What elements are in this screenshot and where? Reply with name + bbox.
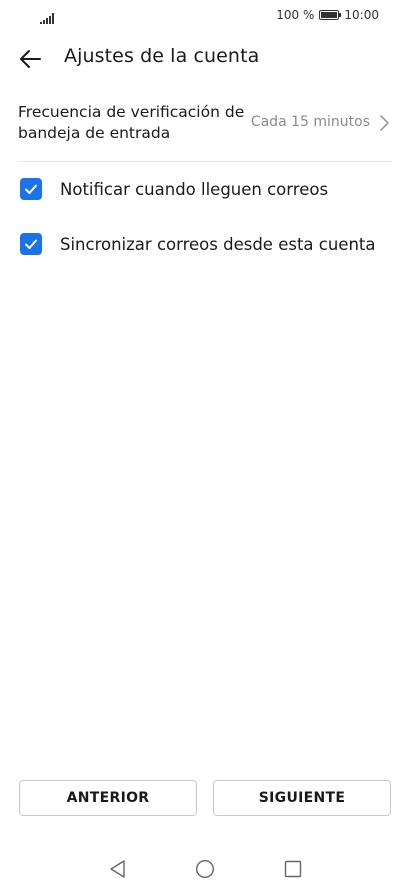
battery-icon xyxy=(319,10,342,20)
sync-mail-checkbox[interactable]: Sincronizar correos desde esta cuenta xyxy=(20,231,376,257)
sync-label: Sincronizar correos desde esta cuenta xyxy=(60,234,376,254)
status-bar: 100 % 10:00 xyxy=(0,0,411,30)
camera-notch xyxy=(182,0,229,28)
notify-label: Notificar cuando lleguen correos xyxy=(60,179,329,199)
inbox-check-frequency-setting[interactable]: Frecuencia de verificación de bandeja de… xyxy=(18,102,392,152)
app-bar: Ajustes de la cuenta xyxy=(0,30,411,86)
frequency-label: Frecuencia de verificación de bandeja de… xyxy=(18,103,245,142)
notify-new-mail-checkbox[interactable]: Notificar cuando lleguen correos xyxy=(20,176,328,202)
arrow-left-icon[interactable] xyxy=(18,47,42,71)
checkbox-checked-icon[interactable] xyxy=(20,233,42,255)
signal-icon xyxy=(40,9,54,28)
chevron-right-icon xyxy=(378,114,390,132)
nav-back-icon[interactable] xyxy=(108,859,128,879)
nav-recent-apps-icon[interactable] xyxy=(283,859,303,879)
clock: 10:00 xyxy=(344,8,379,22)
previous-button[interactable]: ANTERIOR xyxy=(19,780,197,816)
frequency-value: Cada 15 minutos xyxy=(250,114,370,130)
status-right: 100 % 10:00 xyxy=(276,8,379,22)
battery-percent: 100 % xyxy=(276,8,315,22)
page-title: Ajustes de la cuenta xyxy=(64,45,260,67)
checkbox-checked-icon[interactable] xyxy=(20,178,42,200)
nav-home-icon[interactable] xyxy=(195,859,215,879)
divider xyxy=(18,161,392,162)
navigation-bar xyxy=(0,848,411,892)
next-button[interactable]: SIGUIENTE xyxy=(213,780,391,816)
